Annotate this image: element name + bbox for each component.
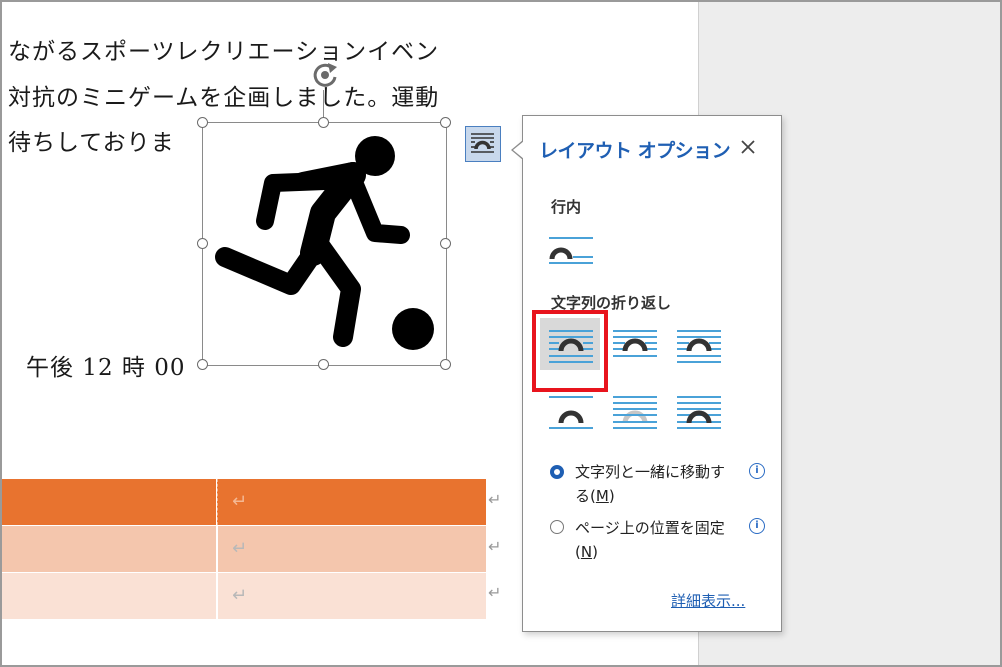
panel-title: レイアウト オプション (539, 140, 731, 162)
popup-pointer-fill (513, 141, 524, 159)
document-text-line-3: 待ちしておりま (8, 130, 175, 156)
move-with-text-accesskey: M (595, 487, 609, 505)
table-cell[interactable] (2, 526, 216, 572)
fix-position-label[interactable]: ページ上の位置を固定 (N) (575, 516, 725, 564)
square-wrap-icon[interactable] (547, 327, 595, 367)
move-with-text-radio[interactable] (550, 465, 564, 479)
screenshot-frame: ながるスポーツレクリエーションイベン 対抗のミニゲームを企画しました。運動 待ち… (0, 0, 1002, 667)
fix-position-radio[interactable] (550, 520, 564, 534)
rotate-handle-icon[interactable] (308, 58, 342, 92)
see-more-link[interactable]: 詳細表示... (671, 590, 745, 611)
table-row: ↵ (2, 479, 486, 525)
resize-handle-top-right[interactable] (440, 117, 451, 128)
through-wrap-icon[interactable] (675, 327, 723, 367)
behind-text-icon[interactable] (611, 393, 659, 433)
fix-position-line2-suffix: ) (592, 543, 598, 561)
cell-end-mark: ↵ (232, 491, 248, 512)
resize-handle-bottom-left[interactable] (197, 359, 208, 370)
move-with-text-line1: 文字列と一緒に移動す (575, 463, 726, 481)
row-end-mark: ↵ (488, 583, 502, 602)
top-and-bottom-wrap-icon[interactable] (547, 393, 595, 433)
document-text-line-1: ながるスポーツレクリエーションイベン (8, 39, 440, 65)
soccer-player-icon (215, 136, 434, 350)
move-with-text-label[interactable]: 文字列と一緒に移動す る(M) (575, 460, 725, 508)
table-cell[interactable]: ↵ (217, 479, 486, 525)
table-row: ↵ (2, 572, 486, 619)
fix-position-accesskey: N (580, 543, 593, 561)
document-text-line-4: 午後 12 時 00 (26, 355, 186, 381)
move-with-text-line2-suffix: ) (608, 487, 615, 505)
resize-handle-top[interactable] (318, 117, 329, 128)
info-icon[interactable]: i (749, 463, 765, 479)
row-end-mark: ↵ (488, 537, 502, 556)
document-text-line-2: 対抗のミニゲームを企画しました。運動 (8, 85, 440, 111)
tight-wrap-icon[interactable] (611, 327, 659, 367)
document-table: ↵ ↵ ↵ (2, 479, 486, 619)
cell-end-mark: ↵ (232, 585, 248, 606)
table-row: ↵ (2, 525, 486, 572)
move-with-text-line2-prefix: る( (575, 487, 596, 505)
resize-handle-bottom[interactable] (318, 359, 329, 370)
table-cell[interactable]: ↵ (217, 573, 486, 619)
inline-section-label: 行内 (551, 198, 582, 216)
fix-position-line1: ページ上の位置を固定 (575, 519, 725, 537)
close-icon[interactable] (737, 136, 759, 158)
layout-options-button[interactable] (465, 126, 501, 162)
table-cell[interactable]: ↵ (217, 526, 486, 572)
layout-options-icon (471, 133, 494, 153)
row-end-mark: ↵ (488, 490, 502, 509)
table-cell[interactable] (2, 573, 216, 619)
info-icon[interactable]: i (749, 518, 765, 534)
resize-handle-right[interactable] (440, 238, 451, 249)
in-line-with-text-icon[interactable] (547, 233, 595, 273)
layout-options-panel: レイアウト オプション 行内 文字列の折り返し 文字列と一緒に移動す る(M) … (522, 115, 782, 632)
resize-handle-top-left[interactable] (197, 117, 208, 128)
in-front-of-text-icon[interactable] (675, 393, 723, 433)
resize-handle-left[interactable] (197, 238, 208, 249)
cell-end-mark: ↵ (232, 538, 248, 559)
resize-handle-bottom-right[interactable] (440, 359, 451, 370)
selected-picture[interactable] (202, 122, 447, 366)
table-cell[interactable] (2, 479, 216, 525)
